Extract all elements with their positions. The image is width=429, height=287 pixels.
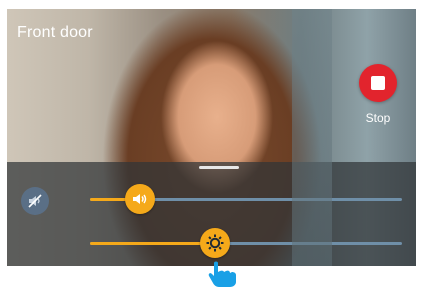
stop-button[interactable]: [359, 64, 397, 102]
stop-label: Stop: [365, 111, 391, 125]
brightness-sun-icon: [206, 234, 224, 252]
touch-pointer-icon: [208, 261, 236, 287]
panel-drag-handle[interactable]: [199, 166, 239, 169]
camera-feed: Front door Stop: [7, 9, 416, 266]
volume-slider-thumb[interactable]: [124, 184, 155, 214]
brightness-slider-thumb[interactable]: [199, 228, 230, 258]
speaker-icon: [132, 194, 147, 204]
camera-name: Front door: [17, 24, 93, 41]
brightness-fill: [90, 242, 215, 245]
speaker-muted-icon: [28, 194, 42, 208]
stop-icon: [371, 76, 385, 90]
mute-button[interactable]: [21, 187, 49, 215]
